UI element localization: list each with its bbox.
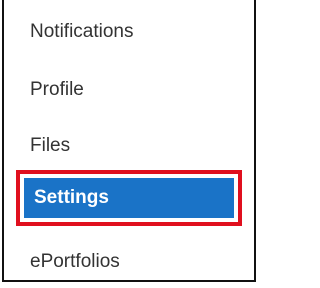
menu-item-settings[interactable]: Settings <box>24 178 234 218</box>
menu-item-files[interactable]: Files <box>4 120 254 172</box>
menu-item-eportfolios[interactable]: ePortfolios <box>4 236 254 288</box>
settings-highlight-box: Settings <box>16 170 242 226</box>
menu-item-notifications[interactable]: Notifications <box>4 6 254 58</box>
menu-item-profile[interactable]: Profile <box>4 64 254 116</box>
account-menu-panel: Notifications Profile Files ePortfolios <box>2 0 256 282</box>
